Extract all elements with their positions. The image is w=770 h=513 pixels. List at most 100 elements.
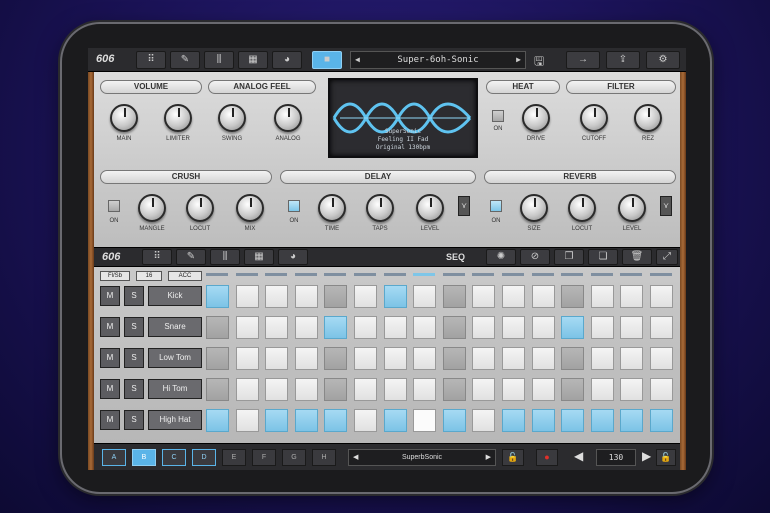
tempo-up-icon[interactable]: ▶ [642, 449, 651, 463]
preset-next-icon[interactable]: ▶ [516, 52, 521, 68]
copy-button[interactable]: ❐ [554, 249, 584, 265]
step-pad[interactable] [235, 409, 259, 432]
step-pad[interactable] [413, 347, 437, 370]
step-pad[interactable] [442, 409, 466, 432]
solo-button[interactable]: S [124, 286, 144, 306]
seq-knob-button[interactable]: ◕ [278, 249, 308, 265]
step-pad[interactable] [502, 347, 525, 370]
step-pad[interactable] [650, 378, 673, 401]
step-pad[interactable] [561, 378, 585, 401]
expand-button[interactable]: ⤢ [656, 249, 678, 265]
step-pad[interactable] [235, 285, 259, 308]
step-pad[interactable] [620, 285, 644, 308]
steps-button[interactable]: ⠿ [136, 51, 166, 69]
kit-next-icon[interactable]: ▶ [486, 450, 491, 465]
stop-button[interactable]: ■ [312, 51, 342, 69]
mangle-knob[interactable] [138, 194, 166, 222]
track-name[interactable]: Snare [148, 317, 202, 337]
heat-on-toggle[interactable] [492, 110, 504, 122]
step-pad[interactable] [442, 378, 466, 401]
taps-knob[interactable] [366, 194, 394, 222]
step-pad[interactable] [531, 378, 555, 401]
reverb-on-toggle[interactable] [490, 200, 502, 212]
reverb-mode-button[interactable]: ⋎ [660, 196, 672, 216]
step-pad[interactable] [235, 347, 259, 370]
step-pad[interactable] [235, 316, 259, 339]
step-pad[interactable] [354, 347, 377, 370]
step-pad[interactable] [442, 285, 466, 308]
step-pad[interactable] [590, 347, 614, 370]
step-pad[interactable] [590, 285, 614, 308]
step-pad[interactable] [294, 316, 318, 339]
step-pad[interactable] [442, 347, 466, 370]
step-pad[interactable] [531, 316, 555, 339]
settings-button[interactable]: ⚙ [646, 51, 680, 69]
flam-sub-button[interactable]: Fl/Sb [100, 271, 130, 281]
step-pad[interactable] [206, 409, 229, 432]
grid-button[interactable]: ▦ [238, 51, 268, 69]
step-pad[interactable] [324, 409, 348, 432]
step-pad[interactable] [324, 316, 348, 339]
cutoff-knob[interactable] [580, 104, 608, 132]
step-pad[interactable] [620, 378, 644, 401]
solo-button[interactable]: S [124, 410, 144, 430]
step-pad[interactable] [383, 316, 407, 339]
pattern-button-e[interactable]: E [222, 449, 246, 466]
preset-selector[interactable]: ◀ Super-6oh-Sonic ▶ [350, 51, 526, 69]
step-pad[interactable] [265, 347, 289, 370]
step-pad[interactable] [472, 378, 496, 401]
track-name[interactable]: Kick [148, 286, 202, 306]
step-pad[interactable] [590, 409, 614, 432]
reverb-level-knob[interactable] [618, 194, 646, 222]
step-pad[interactable] [383, 378, 407, 401]
step-pad[interactable] [413, 316, 437, 339]
step-pad[interactable] [502, 316, 525, 339]
step-pad[interactable] [294, 409, 318, 432]
size-knob[interactable] [520, 194, 548, 222]
share-button[interactable]: ⇪ [606, 51, 640, 69]
reverb-locut-knob[interactable] [568, 194, 596, 222]
solo-button[interactable]: S [124, 379, 144, 399]
mix-knob[interactable] [236, 194, 264, 222]
preset-prev-icon[interactable]: ◀ [355, 52, 360, 68]
step-pad[interactable] [383, 285, 407, 308]
tempo-down-icon[interactable]: ◀ [574, 449, 583, 463]
seq-tool-button[interactable]: ✎ [176, 249, 206, 265]
step-pad[interactable] [413, 285, 437, 308]
step-pad[interactable] [561, 316, 585, 339]
solo-button[interactable]: S [124, 348, 144, 368]
step-pad[interactable] [620, 347, 644, 370]
tool-button[interactable]: ✎ [170, 51, 200, 69]
step-pad[interactable] [561, 285, 585, 308]
step-pad[interactable] [324, 378, 348, 401]
track-name[interactable]: Low Tom [148, 348, 202, 368]
delay-level-knob[interactable] [416, 194, 444, 222]
step-pad[interactable] [354, 409, 377, 432]
step-pad[interactable] [590, 316, 614, 339]
step-pad[interactable] [472, 316, 496, 339]
pattern-button-a[interactable]: A [102, 449, 126, 466]
step-pad[interactable] [650, 285, 673, 308]
step-pad[interactable] [650, 409, 673, 432]
seq-grid-button[interactable]: ▦ [244, 249, 274, 265]
pattern-button-g[interactable]: G [282, 449, 306, 466]
step-pad[interactable] [383, 347, 407, 370]
track-name[interactable]: Hi Tom [148, 379, 202, 399]
mute-button[interactable]: M [100, 410, 120, 430]
kit-prev-icon[interactable]: ◀ [353, 450, 358, 465]
step-pad[interactable] [354, 378, 377, 401]
step-pad[interactable] [294, 347, 318, 370]
seq-steps-button[interactable]: ⠿ [142, 249, 172, 265]
main-volume-knob[interactable] [110, 104, 138, 132]
knob-view-button[interactable]: ◕ [272, 51, 302, 69]
rez-knob[interactable] [634, 104, 662, 132]
step-pad[interactable] [413, 409, 437, 432]
step-pad[interactable] [620, 316, 644, 339]
step-pad[interactable] [590, 378, 614, 401]
step-pad[interactable] [354, 316, 377, 339]
solo-button[interactable]: S [124, 317, 144, 337]
drive-knob[interactable] [522, 104, 550, 132]
tempo-lock-button[interactable]: 🔓 [656, 449, 676, 466]
step-pad[interactable] [561, 409, 585, 432]
step-pad[interactable] [206, 285, 229, 308]
